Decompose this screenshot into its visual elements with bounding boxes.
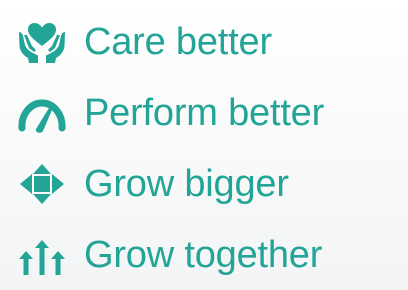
move-arrows-icon	[16, 162, 68, 206]
item-label: Grow together	[84, 234, 323, 276]
item-label: Care better	[84, 21, 272, 63]
item-label: Perform better	[84, 92, 325, 134]
up-arrows-icon	[16, 233, 68, 277]
speedometer-icon	[16, 91, 68, 135]
benefits-list: Care better Perform better Grow bigger G…	[0, 0, 408, 290]
hands-heart-icon	[16, 20, 68, 64]
item-label: Grow bigger	[84, 163, 289, 205]
